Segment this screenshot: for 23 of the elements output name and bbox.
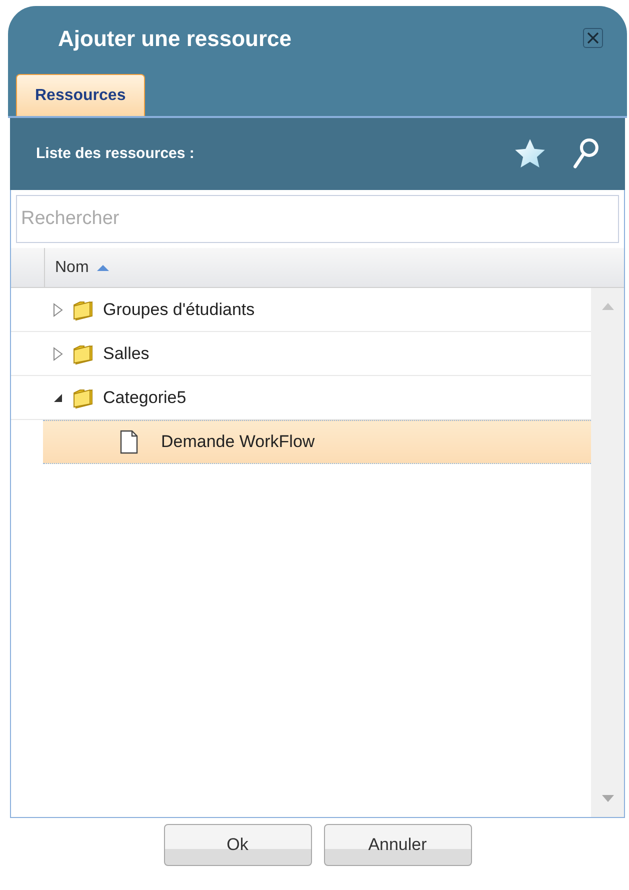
scroll-down-icon[interactable]: [602, 795, 614, 803]
close-icon: [587, 32, 599, 44]
tab[interactable]: Ressources: [16, 74, 145, 116]
tree-row[interactable]: Groupes d'étudiants: [11, 288, 591, 332]
tree-row[interactable]: Salles: [11, 332, 591, 376]
dialog-button[interactable]: Ok: [164, 824, 312, 866]
document-icon: [119, 430, 139, 454]
expanded-icon[interactable]: [53, 392, 63, 402]
row-label: Categorie5: [103, 386, 186, 409]
search-icon[interactable]: [571, 137, 599, 171]
dialog-button[interactable]: Annuler: [324, 824, 472, 866]
tree-row[interactable]: Demande WorkFlow: [43, 420, 591, 464]
close-button[interactable]: [583, 28, 603, 48]
search-field[interactable]: Rechercher: [16, 195, 619, 243]
row-label: Salles: [103, 342, 150, 365]
collapsed-icon[interactable]: [53, 302, 63, 316]
column-header[interactable]: Nom: [55, 256, 109, 280]
window-title: Ajouter une ressource: [58, 24, 293, 53]
collapsed-icon[interactable]: [53, 346, 63, 360]
scrollbar[interactable]: [591, 288, 624, 817]
toolbar-title: Liste des ressources :: [36, 144, 196, 164]
row-label: Groupes d'étudiants: [103, 298, 255, 321]
row-label: Demande WorkFlow: [161, 431, 315, 454]
